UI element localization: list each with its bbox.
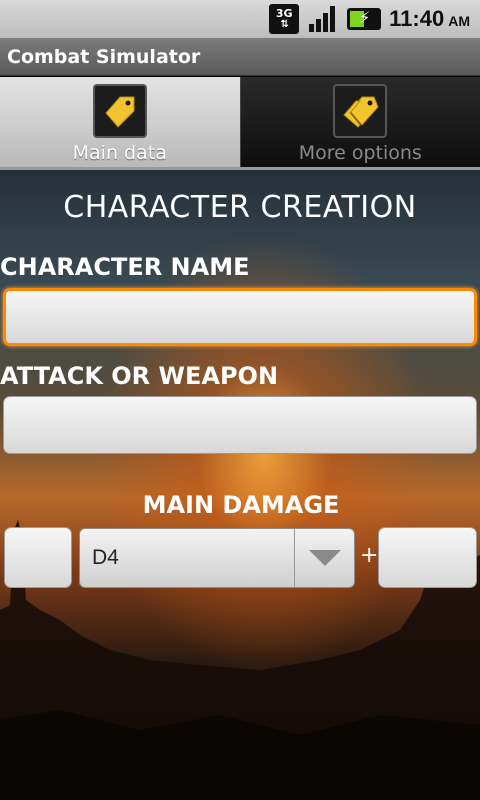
die-type-spinner[interactable]: D4 <box>79 528 355 588</box>
attack-input[interactable] <box>4 397 476 453</box>
tag-icon <box>92 84 147 138</box>
tab-more-options-label: More options <box>298 142 422 164</box>
damage-count-input[interactable] <box>5 528 71 587</box>
network-type-label: 3G <box>275 7 293 20</box>
attack-label: ATTACK OR WEAPON <box>0 362 279 390</box>
app-title-bar: Combat Simulator <box>0 38 480 76</box>
clock-ampm: AM <box>448 13 470 29</box>
clock: 11:40 AM <box>389 6 470 32</box>
tags-icon <box>333 84 388 138</box>
character-name-label: CHARACTER NAME <box>0 253 250 281</box>
damage-bonus-input[interactable] <box>379 528 476 587</box>
tab-main-data-label: Main data <box>72 142 167 164</box>
die-type-value: D4 <box>92 546 119 569</box>
main-damage-label: MAIN DAMAGE <box>142 491 340 519</box>
clock-time: 11:40 <box>389 6 445 31</box>
app-title: Combat Simulator <box>7 45 201 68</box>
attack-field[interactable] <box>3 396 477 454</box>
character-name-field[interactable] <box>3 288 477 346</box>
network-3g-icon: 3G ⇅ <box>269 4 300 34</box>
character-name-input[interactable] <box>6 291 474 343</box>
plus-sign: + <box>360 543 379 568</box>
status-bar: 3G ⇅ ⚡ 11:40 AM <box>0 0 480 38</box>
dropdown-arrow-icon[interactable] <box>294 529 354 587</box>
tab-bar: Main data More options <box>0 77 480 169</box>
signal-strength-icon <box>307 4 339 34</box>
tab-more-options[interactable]: More options <box>240 77 480 169</box>
damage-count-field[interactable] <box>4 527 72 588</box>
damage-bonus-field[interactable] <box>378 527 477 588</box>
battery-charging-icon: ⚡ <box>347 8 382 30</box>
page-heading: CHARACTER CREATION <box>63 190 417 225</box>
tab-main-data[interactable]: Main data <box>0 77 241 169</box>
